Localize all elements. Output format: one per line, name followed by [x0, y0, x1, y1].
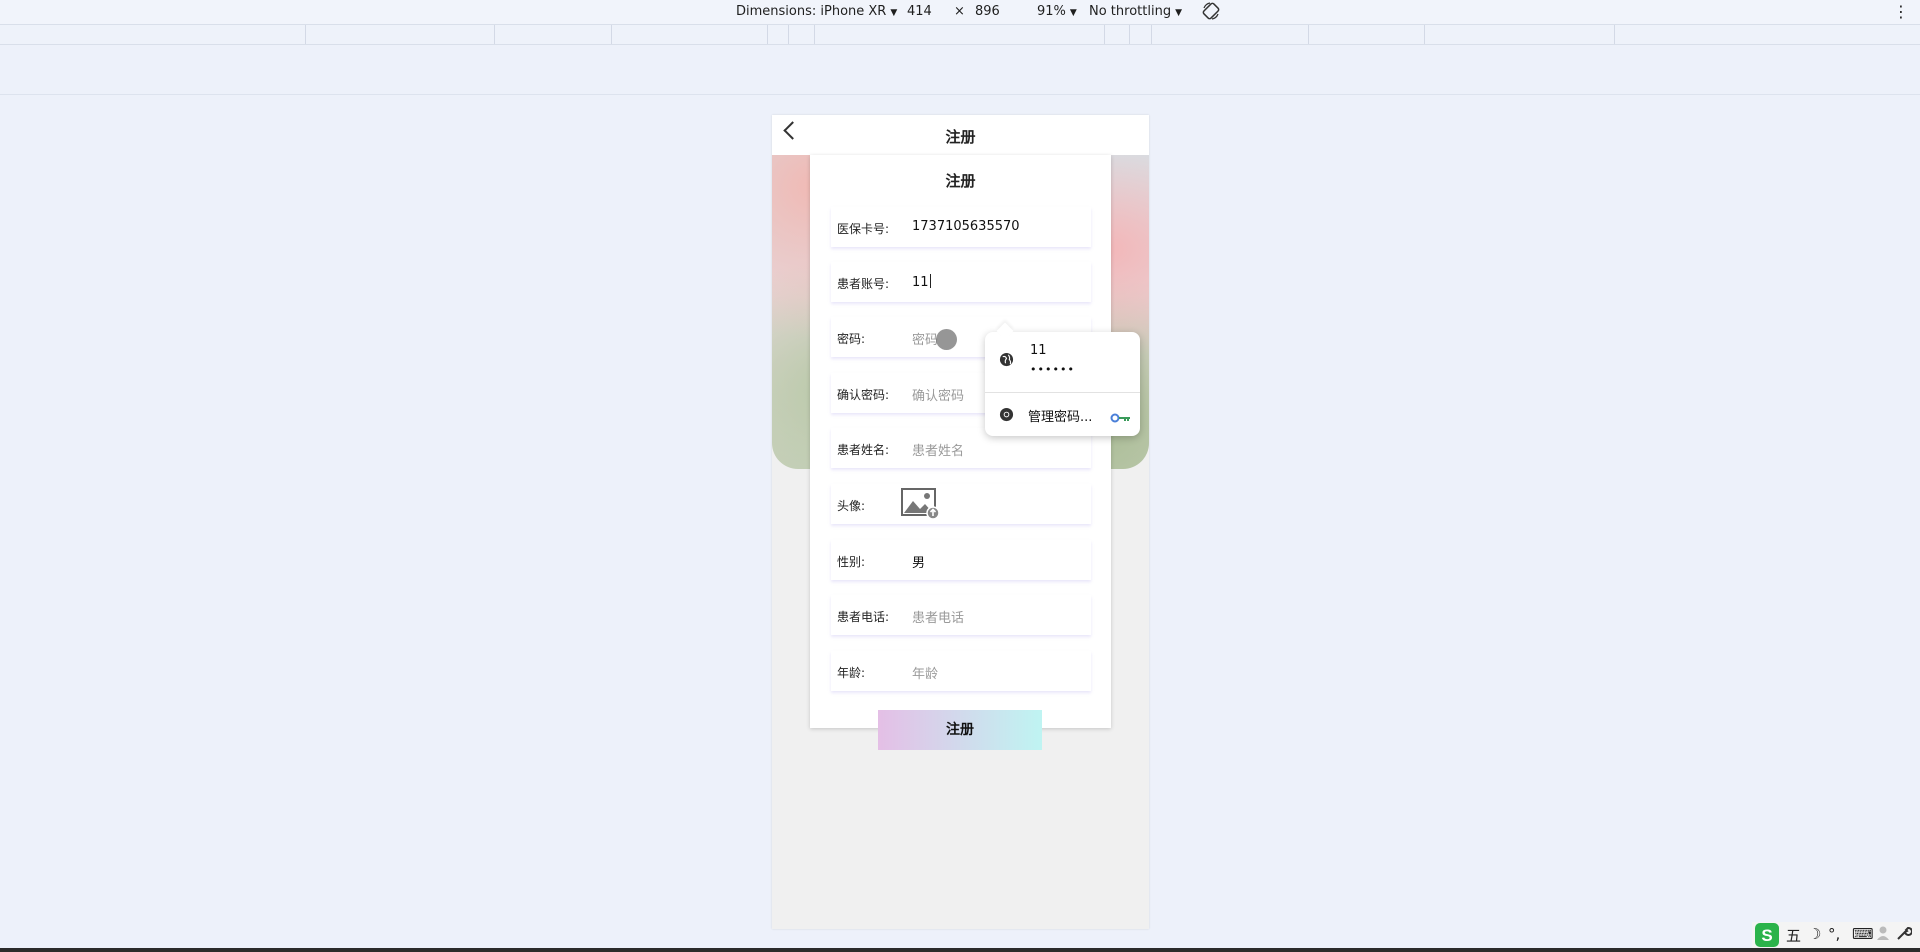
confirm-password-input[interactable]: 确认密码: [912, 385, 964, 404]
zoom-label: 91%: [1037, 4, 1066, 19]
field-patient-account[interactable]: 患者账号: 11: [831, 262, 1091, 302]
punctuation-indicator[interactable]: °,: [1828, 925, 1840, 943]
field-label: 密码:: [837, 332, 866, 346]
svg-text:S: S: [1761, 926, 1772, 945]
user-icon[interactable]: [1876, 925, 1890, 945]
field-gender[interactable]: 性别: 男: [831, 540, 1091, 580]
field-patient-phone[interactable]: 患者电话: 患者电话: [831, 595, 1091, 635]
field-label: 患者姓名:: [837, 443, 890, 457]
gender-select[interactable]: 男: [912, 552, 925, 571]
ruler-segment: [611, 25, 612, 44]
field-label: 性别:: [837, 555, 866, 569]
more-options-icon[interactable]: ⋮: [1893, 2, 1909, 21]
ruler-segment: [1308, 25, 1309, 44]
field-label: 头像:: [837, 499, 866, 513]
field-label: 患者账号:: [837, 277, 890, 291]
text-cursor: [929, 274, 931, 288]
height-input[interactable]: 896: [975, 4, 1000, 19]
manage-passwords-label: 管理密码...: [1028, 410, 1093, 425]
device-label: Dimensions: iPhone XR: [736, 4, 887, 19]
ime-toolbar: S 五 ☽ °, ⌨: [1752, 922, 1920, 948]
taskbar-edge: [0, 948, 1920, 952]
form-title: 注册: [945, 172, 976, 190]
register-button[interactable]: 注册: [878, 710, 1042, 750]
saved-username: 11: [1030, 343, 1047, 358]
ruler-segment: [494, 25, 495, 44]
field-label: 医保卡号:: [837, 222, 890, 236]
ruler-segment: [1104, 25, 1105, 44]
ime-mode-indicator[interactable]: 五: [1786, 925, 1801, 946]
chevron-down-icon: ▼: [1175, 8, 1182, 18]
nav-title: 注册: [945, 128, 976, 146]
media-query-ruler: [0, 25, 1920, 45]
image-upload-icon[interactable]: [901, 488, 941, 524]
chevron-down-icon: ▼: [890, 8, 898, 18]
toolbar-divider: [0, 94, 1920, 95]
ruler-segment: [814, 25, 815, 44]
field-insurance-card[interactable]: 医保卡号: 1737105635570: [831, 207, 1091, 247]
patient-name-input[interactable]: 患者姓名: [912, 440, 964, 459]
saved-password-mask: ••••••: [1030, 363, 1075, 376]
field-label: 年龄:: [837, 666, 866, 680]
throttling-select[interactable]: No throttling ▼: [1089, 4, 1182, 19]
device-select[interactable]: Dimensions: iPhone XR ▼: [736, 4, 897, 19]
key-icon: [1110, 409, 1132, 428]
moon-icon[interactable]: ☽: [1808, 925, 1821, 943]
touch-pointer-indicator: [936, 329, 957, 350]
times-sign: ×: [954, 4, 965, 19]
ruler-segment: [1614, 25, 1615, 44]
width-input[interactable]: 414: [907, 4, 932, 19]
password-autofill-popup: 11 •••••• 管理密码...: [985, 322, 1140, 436]
keyboard-icon[interactable]: ⌨: [1852, 925, 1874, 943]
nav-bar: 注册: [772, 115, 1149, 155]
field-age[interactable]: 年龄: 年龄: [831, 651, 1091, 691]
field-avatar[interactable]: 头像:: [831, 484, 1091, 524]
rotate-icon[interactable]: [1201, 1, 1221, 25]
ruler-segment: [767, 25, 768, 44]
field-label: 确认密码:: [837, 388, 890, 402]
password-input[interactable]: 密码: [912, 329, 938, 348]
field-label: 患者电话:: [837, 610, 890, 624]
ruler-segment: [1151, 25, 1152, 44]
popup-divider: [985, 392, 1140, 393]
zoom-select[interactable]: 91% ▼: [1037, 4, 1077, 19]
throttling-label: No throttling: [1089, 4, 1172, 19]
ruler-segment: [1129, 25, 1130, 44]
chevron-down-icon: ▼: [1069, 8, 1077, 18]
ruler-segment: [788, 25, 789, 44]
ruler-segment: [1424, 25, 1425, 44]
register-card: 注册 医保卡号: 1737105635570 患者账号: 11 密码: 密码 确…: [810, 155, 1111, 728]
input-value: 11: [912, 275, 929, 290]
ruler-segment: [305, 25, 306, 44]
chrome-icon: [999, 407, 1014, 426]
devtools-device-toolbar: Dimensions: iPhone XR ▼ 414 × 896 91% ▼ No…: [0, 0, 1920, 25]
patient-account-input[interactable]: 11: [912, 274, 931, 290]
globe-icon: [999, 352, 1014, 371]
insurance-card-input[interactable]: 1737105635570: [912, 219, 1020, 234]
patient-phone-input[interactable]: 患者电话: [912, 607, 964, 626]
age-input[interactable]: 年龄: [912, 663, 938, 682]
phone-viewport: 注册 注册 医保卡号: 1737105635570 患者账号: 11 密码: 密…: [772, 115, 1149, 929]
wrench-icon[interactable]: [1896, 925, 1913, 945]
